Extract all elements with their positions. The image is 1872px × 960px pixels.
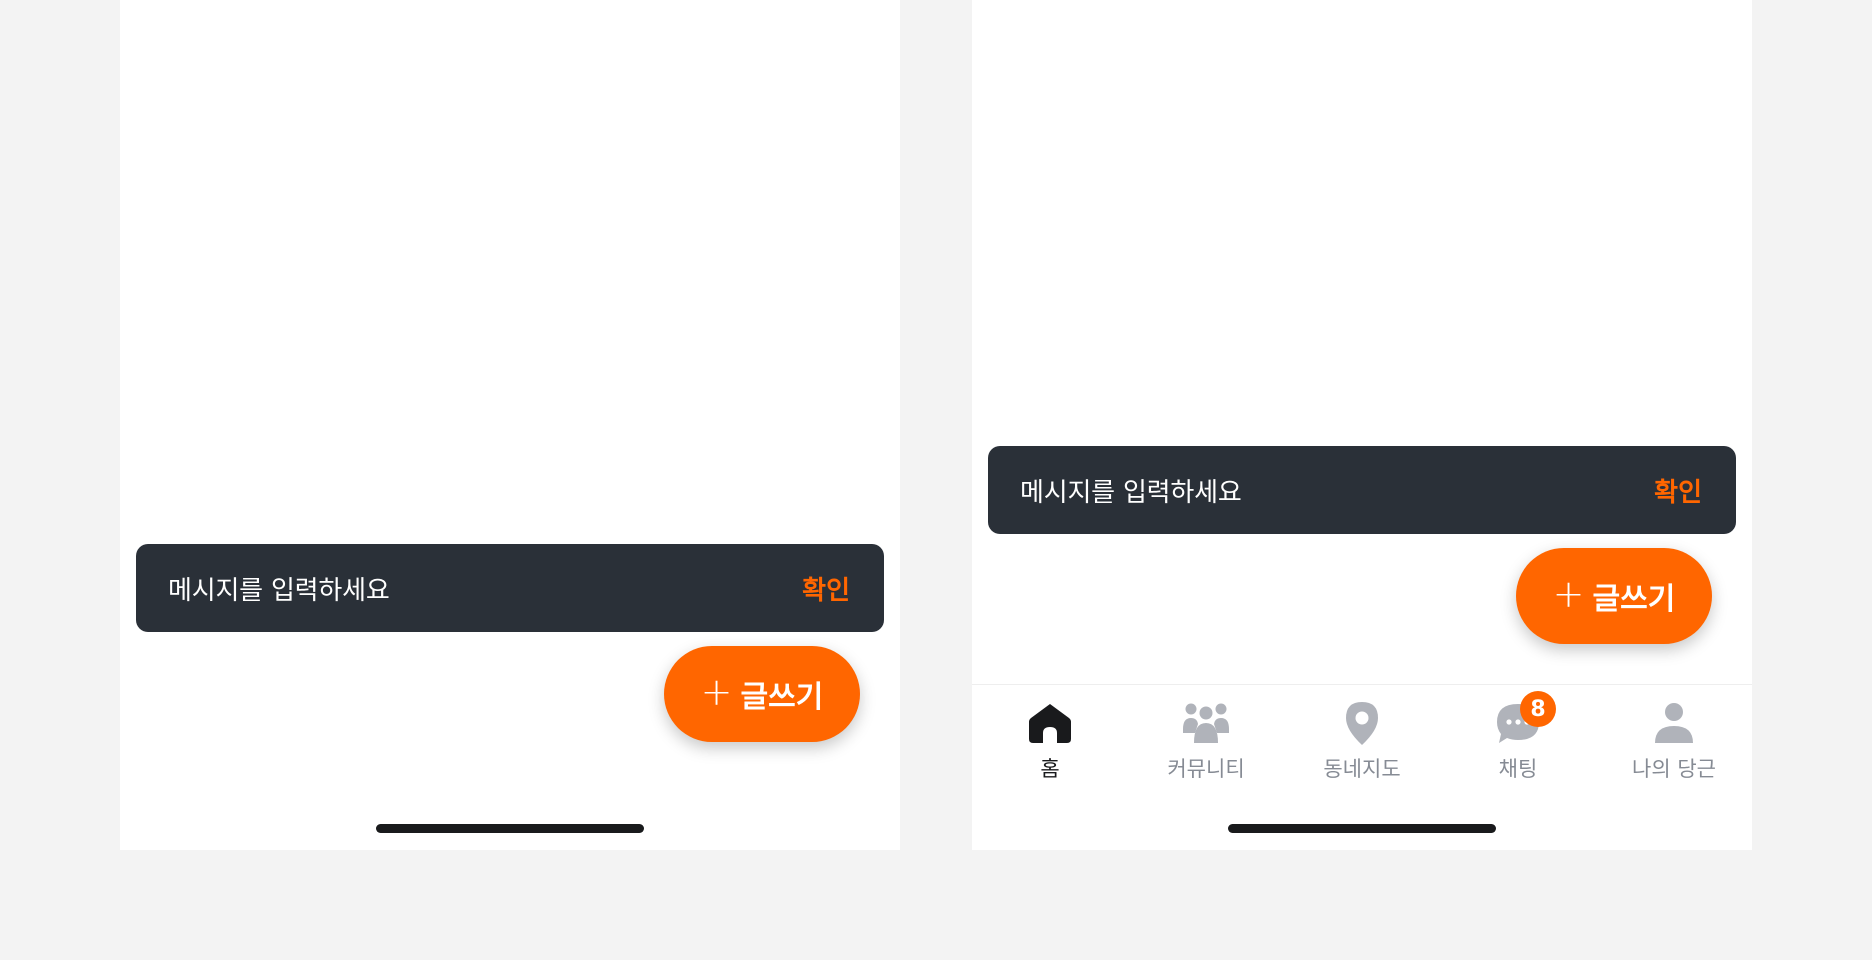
snackbar-confirm-button[interactable]: 확인 (802, 570, 850, 607)
plus-icon: + (1552, 572, 1585, 616)
tab-label: 커뮤니티 (1167, 757, 1245, 781)
tab-label: 동네지도 (1323, 757, 1401, 781)
tab-community[interactable]: 커뮤니티 (1128, 685, 1284, 785)
snackbar-message: 메시지를 입력하세요 (1020, 477, 1242, 508)
profile-icon (1650, 699, 1698, 747)
phone-screen-left: 메시지를 입력하세요 확인 + 글쓰기 (120, 0, 900, 850)
write-post-button[interactable]: + 글쓰기 (1516, 548, 1712, 644)
tab-home[interactable]: 홈 (972, 685, 1128, 785)
snackbar-confirm-button[interactable]: 확인 (1654, 472, 1702, 509)
snackbar-message: 메시지를 입력하세요 (168, 575, 390, 606)
tab-label: 나의 당근 (1632, 757, 1716, 781)
home-indicator (376, 824, 644, 833)
snackbar: 메시지를 입력하세요 확인 (988, 446, 1736, 534)
write-post-label: 글쓰기 (1592, 582, 1676, 617)
tab-neighborhood-map[interactable]: 동네지도 (1284, 685, 1440, 785)
community-icon (1182, 699, 1230, 747)
home-icon (1026, 699, 1074, 747)
tab-label: 채팅 (1498, 757, 1538, 781)
chat-unread-badge: 8 (1520, 691, 1556, 727)
home-indicator (1228, 824, 1496, 833)
tab-my-carrot[interactable]: 나의 당근 (1596, 685, 1752, 785)
map-pin-icon (1338, 699, 1386, 747)
write-post-label: 글쓰기 (740, 680, 824, 715)
bottom-tab-bar: 홈 커뮤니티 동네지도 8 채팅 나의 당근 (972, 684, 1752, 785)
write-post-button[interactable]: + 글쓰기 (664, 646, 860, 742)
phone-screen-right: 메시지를 입력하세요 확인 + 글쓰기 홈 커뮤니티 동네지도 8 채팅 나의 … (972, 0, 1752, 850)
tab-label: 홈 (1040, 757, 1060, 781)
snackbar: 메시지를 입력하세요 확인 (136, 544, 884, 632)
tab-chat[interactable]: 8 채팅 (1440, 685, 1596, 785)
chat-icon: 8 (1494, 691, 1556, 747)
plus-icon: + (700, 670, 733, 714)
